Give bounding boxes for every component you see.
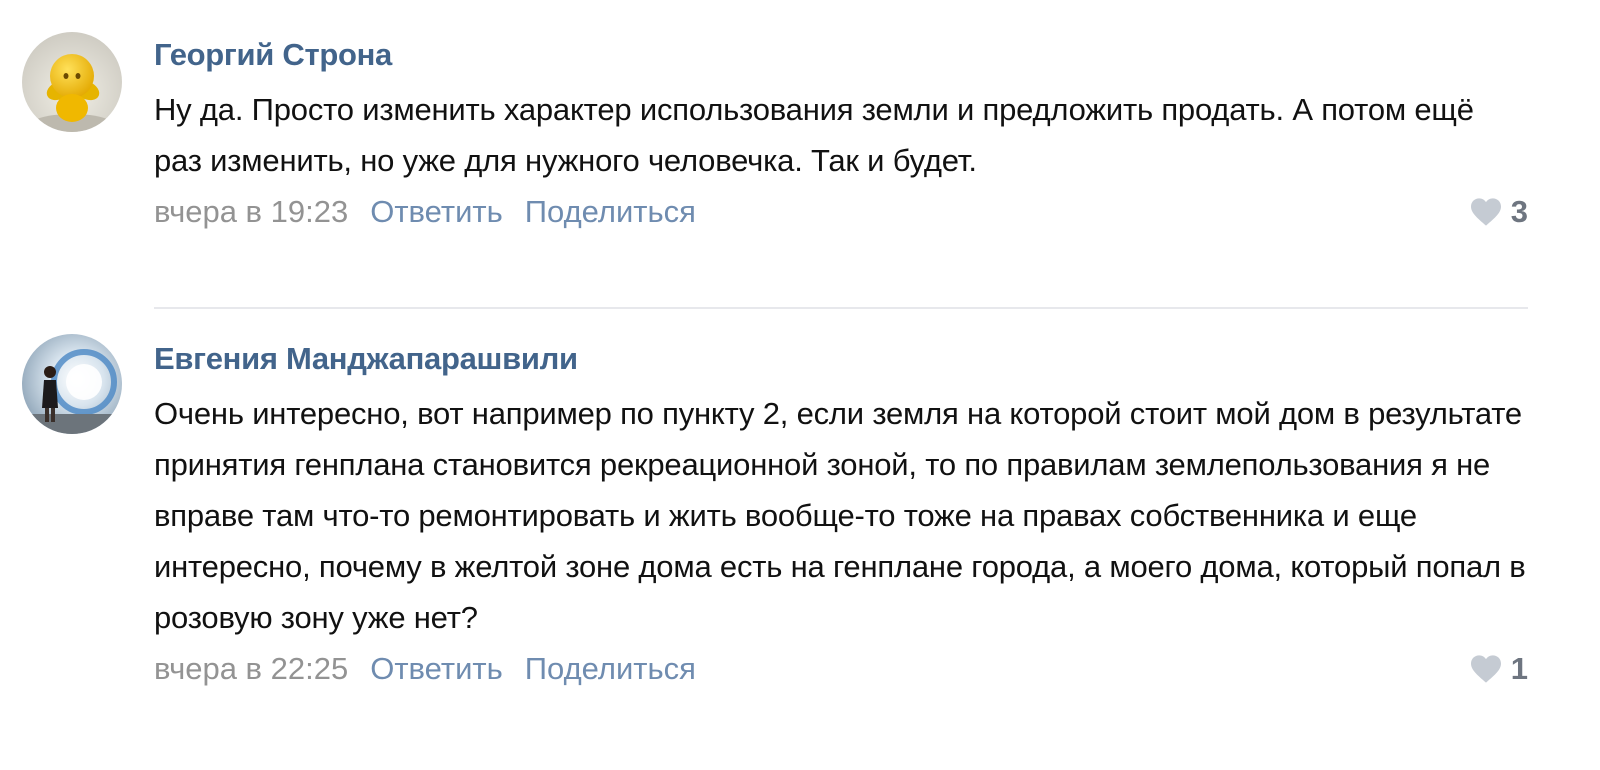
heart-icon: [1470, 655, 1501, 683]
like-count: 3: [1510, 194, 1528, 229]
comment: Георгий Строна Ну да. Просто изменить ха…: [0, 0, 1600, 310]
like-button[interactable]: 1: [1469, 647, 1528, 691]
comment: Евгения Манджапарашвили Очень интересно,…: [0, 310, 1600, 770]
like-count: 1: [1510, 651, 1528, 686]
comment-divider: [154, 307, 1528, 309]
woman-standing-photo-avatar-icon: [22, 334, 122, 434]
comment-timestamp[interactable]: вчера в 22:25: [154, 651, 348, 686]
yellow-smiley-figure-avatar-icon: [22, 32, 122, 132]
avatar[interactable]: [22, 32, 122, 132]
like-button[interactable]: 3: [1469, 190, 1528, 234]
reply-button[interactable]: Ответить: [370, 194, 503, 229]
share-button[interactable]: Поделиться: [525, 194, 696, 229]
comment-author[interactable]: Евгения Манджапарашвили: [154, 338, 1528, 380]
heart-icon: [1470, 198, 1501, 226]
avatar[interactable]: [22, 334, 122, 434]
comment-text: Очень интересно, вот например по пункту …: [154, 396, 1526, 635]
comment-author[interactable]: Георгий Строна: [154, 34, 1528, 76]
comment-timestamp[interactable]: вчера в 19:23: [154, 194, 348, 229]
reply-button[interactable]: Ответить: [370, 651, 503, 686]
comments-list: Георгий Строна Ну да. Просто изменить ха…: [0, 0, 1600, 770]
comment-body: Георгий Строна Ну да. Просто изменить ха…: [154, 34, 1528, 234]
comment-body: Евгения Манджапарашвили Очень интересно,…: [154, 338, 1528, 691]
comment-footer: вчера в 19:23 Ответить Поделиться 3: [154, 190, 1528, 234]
comment-footer: вчера в 22:25 Ответить Поделиться 1: [154, 647, 1528, 691]
comment-text: Ну да. Просто изменить характер использо…: [154, 92, 1474, 178]
share-button[interactable]: Поделиться: [525, 651, 696, 686]
